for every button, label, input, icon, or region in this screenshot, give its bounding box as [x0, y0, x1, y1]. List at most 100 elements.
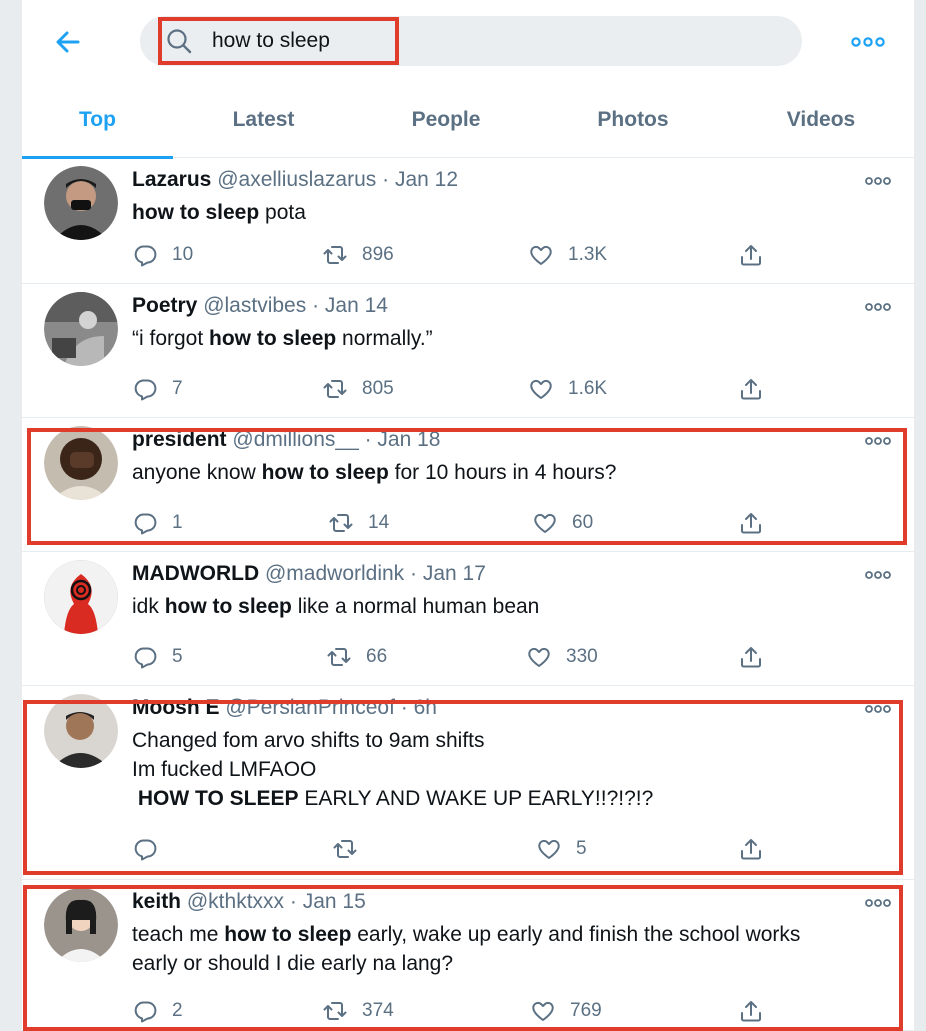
more-icon[interactable]: [864, 896, 892, 910]
author-handle[interactable]: @dmillions__: [232, 428, 358, 451]
search-bar[interactable]: [140, 16, 802, 66]
tweet-actions: 5 66 330: [132, 642, 772, 672]
reply-button[interactable]: 7: [132, 374, 183, 404]
tweet-date[interactable]: Jan 15: [303, 890, 366, 913]
author-name[interactable]: Poetry: [132, 294, 197, 317]
more-icon[interactable]: [864, 300, 892, 314]
reply-icon: [134, 245, 157, 267]
reply-count: 5: [172, 646, 183, 667]
retweet-button[interactable]: 896: [322, 240, 394, 270]
author-name[interactable]: Moosh E: [132, 696, 220, 719]
author-handle[interactable]: @PersianPrinceof: [225, 696, 395, 719]
tab-people[interactable]: People: [354, 82, 538, 158]
author-handle[interactable]: @lastvibes: [203, 294, 306, 317]
like-icon: [532, 1001, 554, 1021]
like-icon: [528, 647, 550, 667]
reply-icon: [134, 379, 157, 401]
share-button[interactable]: [738, 996, 764, 1026]
share-button[interactable]: [738, 240, 764, 270]
retweet-count: 14: [368, 512, 390, 533]
search-results-page: Top Latest People Photos Videos Lazarus …: [22, 0, 914, 1031]
tab-latest[interactable]: Latest: [173, 82, 354, 158]
tweet[interactable]: Lazarus @axelliuslazarus · Jan 12 how to …: [22, 160, 914, 284]
tweet-date[interactable]: Jan 14: [325, 294, 388, 317]
share-button[interactable]: [738, 508, 764, 538]
tweet[interactable]: Moosh E @PersianPrinceof · 6h Changed fom…: [22, 688, 914, 880]
reply-button[interactable]: 5: [132, 642, 183, 672]
author-handle[interactable]: @axelliuslazarus: [217, 168, 376, 191]
search-term-highlight: how to sleep: [261, 461, 389, 484]
reply-button[interactable]: 2: [132, 996, 183, 1026]
tweet-header: MADWORLD @madworldink · Jan 17: [132, 562, 486, 586]
avatar[interactable]: [44, 426, 118, 500]
tweet-text-segment: like a normal human bean: [291, 595, 540, 618]
like-count: 769: [570, 1000, 602, 1021]
separator-dot: ·: [284, 890, 303, 913]
tab-top[interactable]: Top: [22, 82, 173, 159]
retweet-button[interactable]: 374: [322, 996, 394, 1026]
tweet-actions: 1 14 60: [132, 508, 772, 538]
tweet-date[interactable]: 6h: [414, 696, 437, 719]
tweet-text-segment: “i forgot: [132, 327, 210, 350]
more-icon[interactable]: [864, 174, 892, 188]
search-icon: [167, 29, 192, 54]
like-button[interactable]: 769: [530, 996, 602, 1026]
tweet-header: president @dmillions__ · Jan 18: [132, 428, 440, 452]
retweet-button[interactable]: [332, 834, 358, 864]
tab-videos[interactable]: Videos: [728, 82, 914, 158]
search-input[interactable]: [212, 25, 772, 57]
share-button[interactable]: [738, 834, 764, 864]
share-icon: [741, 647, 761, 668]
back-button[interactable]: [52, 26, 84, 58]
avatar[interactable]: [44, 694, 118, 768]
reply-count: 7: [172, 378, 183, 399]
avatar-image: [44, 888, 118, 962]
retweet-count: 66: [366, 646, 388, 667]
more-icon[interactable]: [864, 702, 892, 716]
author-name[interactable]: Lazarus: [132, 168, 211, 191]
like-button[interactable]: 5: [536, 834, 587, 864]
tweet[interactable]: keith @kthktxxx · Jan 15 teach me how to …: [22, 882, 914, 1031]
separator-dot: ·: [358, 428, 378, 451]
like-button[interactable]: 330: [526, 642, 598, 672]
more-icon[interactable]: [864, 568, 892, 582]
reply-button[interactable]: 10: [132, 240, 193, 270]
tweet-date[interactable]: Jan 17: [423, 562, 486, 585]
like-count: 1.6K: [568, 378, 608, 399]
share-button[interactable]: [738, 642, 764, 672]
reply-button[interactable]: [132, 834, 158, 864]
author-handle[interactable]: @madworldink: [265, 562, 404, 585]
author-name[interactable]: president: [132, 428, 227, 451]
more-options-button[interactable]: [848, 32, 888, 52]
tweet-date[interactable]: Jan 18: [377, 428, 440, 451]
tweet-date[interactable]: Jan 12: [395, 168, 458, 191]
author-name[interactable]: keith: [132, 890, 181, 913]
author-handle[interactable]: @kthktxxx: [187, 890, 284, 913]
reply-count: 10: [172, 244, 194, 265]
more-icon: [851, 37, 885, 47]
search-term-highlight: how to sleep: [132, 201, 260, 224]
search-term-highlight: how to sleep: [224, 923, 352, 946]
author-name[interactable]: MADWORLD: [132, 562, 259, 585]
tweet[interactable]: president @dmillions__ · Jan 18 anyone kn…: [22, 420, 914, 552]
retweet-button[interactable]: 66: [326, 642, 387, 672]
avatar[interactable]: [44, 166, 118, 240]
tab-photos[interactable]: Photos: [538, 82, 728, 158]
like-button[interactable]: 60: [532, 508, 593, 538]
retweet-button[interactable]: 805: [322, 374, 394, 404]
share-button[interactable]: [738, 374, 764, 404]
more-icon[interactable]: [864, 434, 892, 448]
like-count: 330: [566, 646, 598, 667]
avatar[interactable]: [44, 560, 118, 634]
avatar[interactable]: [44, 292, 118, 366]
tweet-text-segment: normally.”: [336, 327, 433, 350]
like-button[interactable]: 1.6K: [528, 374, 607, 404]
reply-button[interactable]: 1: [132, 508, 183, 538]
tweet[interactable]: MADWORLD @madworldink · Jan 17 idk how to…: [22, 554, 914, 686]
tweet-text: how to sleep pota: [132, 198, 306, 227]
tweet-actions: 5: [132, 834, 772, 864]
avatar[interactable]: [44, 888, 118, 962]
retweet-button[interactable]: 14: [328, 508, 389, 538]
tweet[interactable]: Poetry @lastvibes · Jan 14 “i forgot how …: [22, 286, 914, 418]
like-button[interactable]: 1.3K: [528, 240, 607, 270]
